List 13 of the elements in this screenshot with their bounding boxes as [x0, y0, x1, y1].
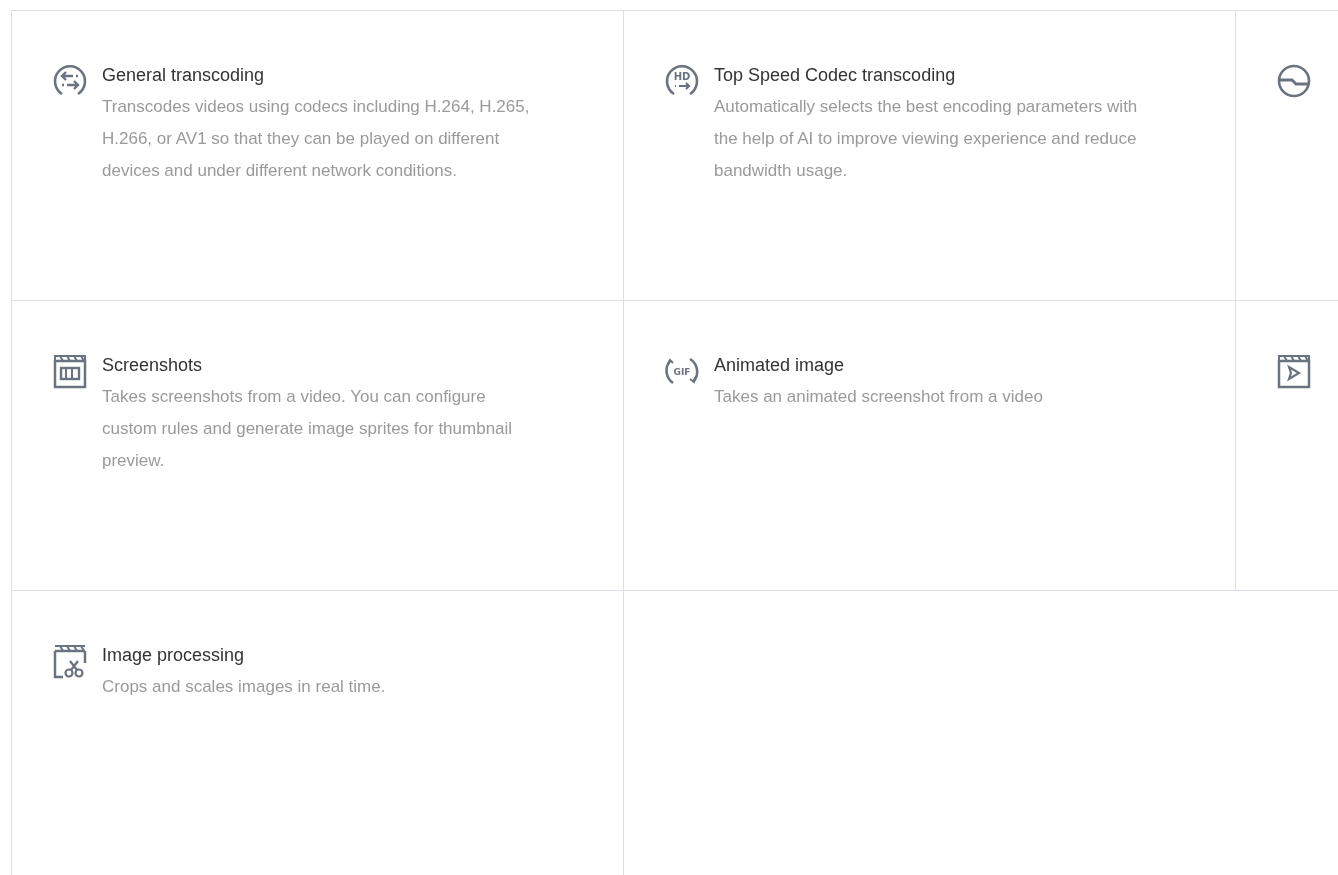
- card-description: Transcodes videos using codecs including H.264, H.265, H.266, or AV1 so that they can be played on different devices and under different network conditions.: [102, 96, 531, 182]
- card-description: Takes an animated screenshot from a video: [714, 386, 1044, 408]
- scissors-clapper-icon: [52, 643, 88, 679]
- card-title: Screenshots: [102, 354, 204, 377]
- card-title: Animated image: [714, 354, 846, 377]
- play-clapper-icon: [1276, 353, 1312, 389]
- card-description: Takes screenshots from a video. You can configure custom rules and generate image sprites for thumbnail preview.: [102, 386, 514, 472]
- card-description: Automatically selects the best encoding parameters with the help of AI to improve viewing experience and reduce bandwidth usage.: [714, 96, 1139, 182]
- card-title: Image processing: [102, 644, 246, 667]
- card-title: Top Speed Codec transcoding: [714, 64, 957, 87]
- card-description: Crops and scales images in real time.: [102, 676, 387, 698]
- card-title: General transcoding: [102, 64, 266, 87]
- film-clapper-icon: [52, 353, 88, 389]
